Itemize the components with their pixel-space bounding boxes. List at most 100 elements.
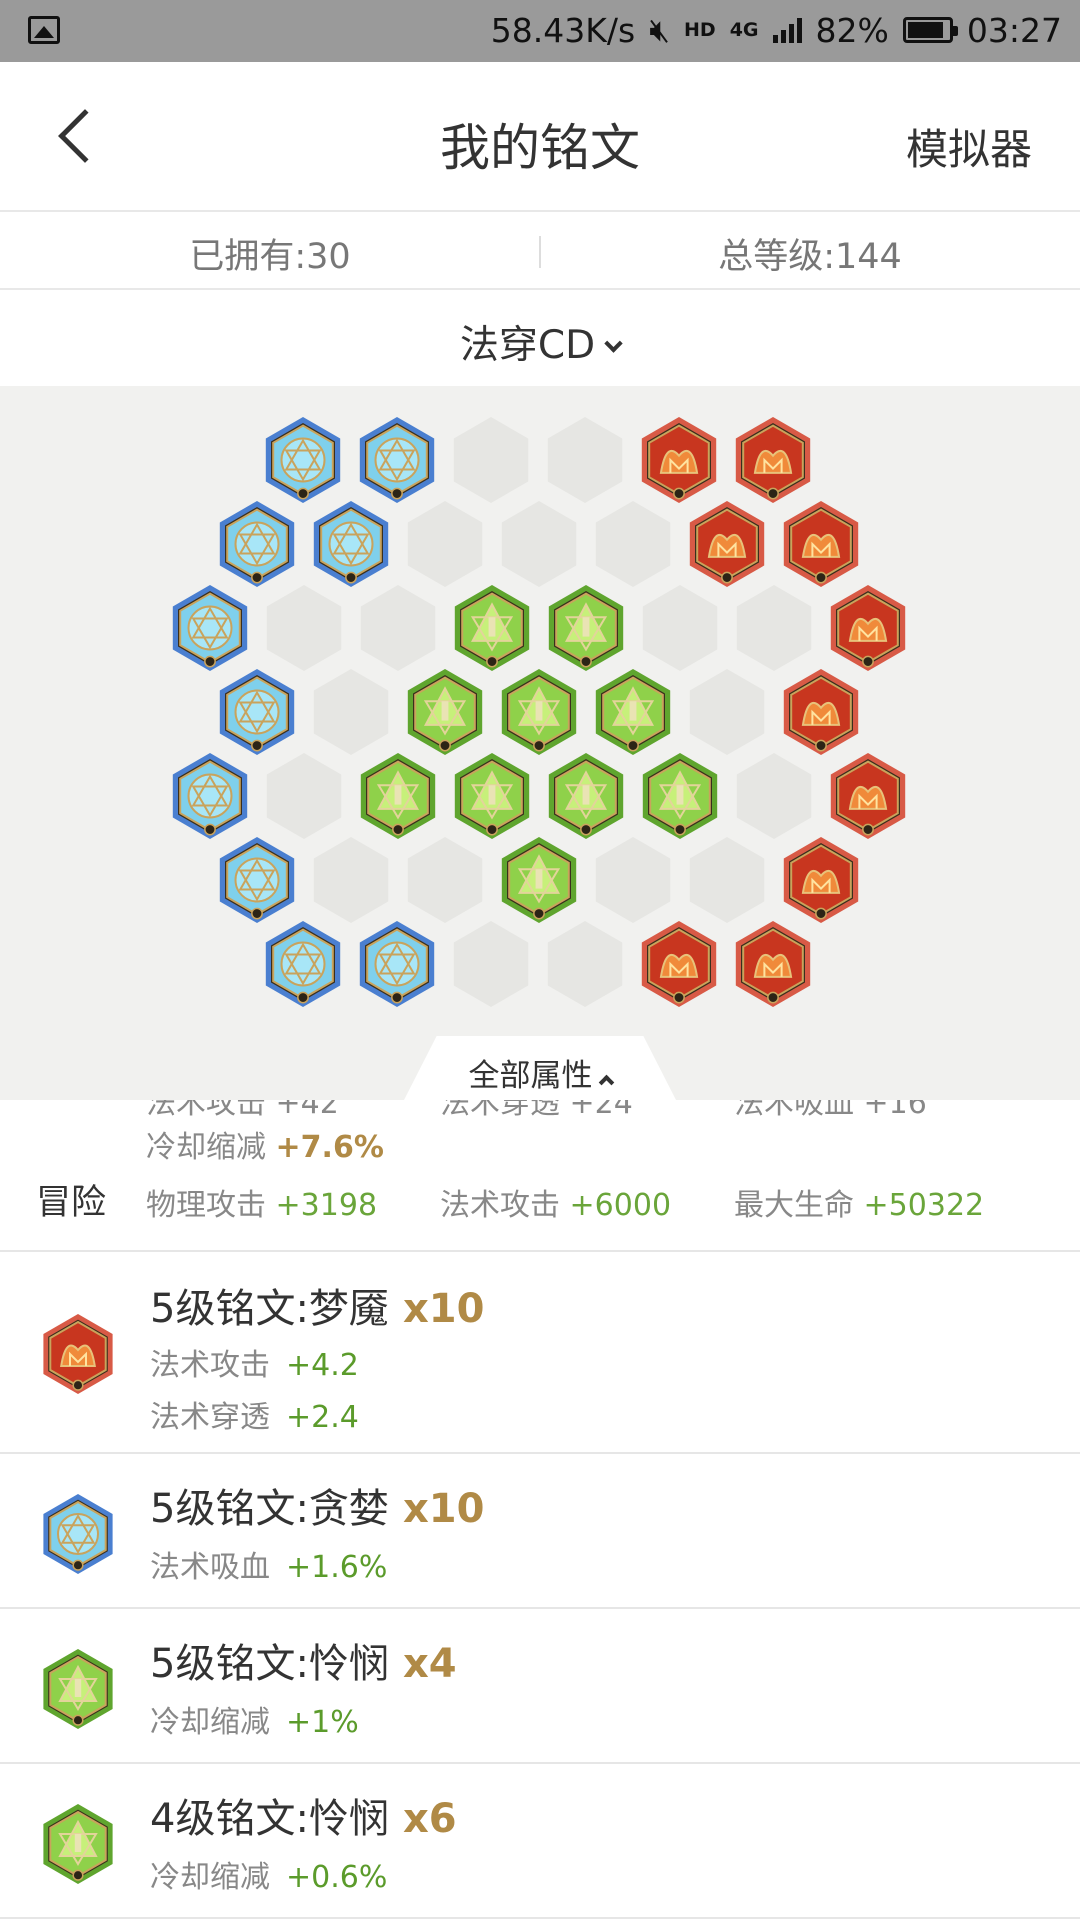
red-rune-slot[interactable] — [641, 921, 717, 1007]
red-rune-slot[interactable] — [689, 501, 765, 587]
owned-count: 已拥有:30 — [189, 237, 351, 277]
empty-rune-slot — [501, 501, 577, 587]
rune-count: x10 — [402, 1486, 485, 1532]
rune-count: x10 — [402, 1286, 485, 1332]
red-rune-slot[interactable] — [830, 585, 906, 671]
empty-rune-slot — [736, 585, 812, 671]
blue-rune-slot[interactable] — [313, 501, 389, 587]
empty-rune-slot — [313, 669, 389, 755]
simulator-button[interactable]: 模拟器 — [906, 116, 1032, 177]
rune-effect: 法术攻击 +4.2 — [150, 1340, 359, 1384]
rune-list: 5级铭文:梦魇 x10 法术攻击 +4.2 法术穿透 +2.4 5级铭文:贪婪 x10 … — [0, 1252, 1080, 1919]
red-rune-slot[interactable] — [735, 921, 811, 1007]
blue-rune-glyph[interactable] — [43, 1494, 113, 1574]
red-rune-slot[interactable] — [783, 501, 859, 587]
empty-rune-slot — [313, 837, 389, 923]
green-rune-glyph[interactable] — [43, 1649, 113, 1729]
green-rune-slot[interactable] — [501, 837, 577, 923]
rune-count: x6 — [402, 1796, 457, 1842]
green-rune-slot[interactable] — [454, 585, 530, 671]
blue-rune-slot[interactable] — [265, 417, 341, 503]
effect-value: +0.6% — [286, 1860, 388, 1895]
attributes-summary: 法术攻击 +42 法术穿透 +24 法术吸血 +16 冷却缩减 +7.6% 冒险… — [0, 1100, 1080, 1252]
battery-icon — [902, 17, 958, 43]
preset-selector[interactable]: 法穿CD — [0, 290, 1080, 386]
adventure-stat: 法术攻击 +6000 — [440, 1180, 671, 1224]
attr-cooldown-label: 冷却缩减 — [146, 1130, 266, 1165]
effect-value: +4.2 — [286, 1348, 359, 1383]
all-attributes-label: 全部属性 — [468, 1058, 593, 1094]
blue-rune-slot[interactable] — [219, 501, 295, 587]
red-rune-slot[interactable] — [641, 417, 717, 503]
adventure-stat-value: +6000 — [569, 1188, 672, 1223]
rune-name: 4级铭文:怜悯 x6 — [150, 1786, 457, 1844]
clock: 03:27 — [966, 10, 1062, 50]
effect-label: 法术攻击 — [150, 1348, 270, 1383]
rune-name: 5级铭文:怜悯 x4 — [150, 1631, 457, 1689]
list-item[interactable]: 5级铭文:梦魇 x10 法术攻击 +4.2 法术穿透 +2.4 — [0, 1252, 1080, 1454]
empty-rune-slot — [689, 669, 765, 755]
empty-rune-slot — [407, 837, 483, 923]
red-rune-slot[interactable] — [783, 669, 859, 755]
green-rune-icon — [43, 1804, 113, 1884]
attr-partial-3: 法术吸血 +16 — [734, 1100, 927, 1121]
app-header: 我的铭文 模拟器 — [0, 62, 1080, 212]
green-rune-slot[interactable] — [501, 669, 577, 755]
green-rune-slot[interactable] — [595, 669, 671, 755]
green-rune-slot[interactable] — [360, 753, 436, 839]
gallery-icon — [28, 16, 60, 44]
all-attributes-toggle[interactable]: 全部属性 — [404, 1036, 676, 1100]
blue-rune-icon — [43, 1494, 113, 1574]
blue-rune-slot[interactable] — [359, 417, 435, 503]
rune-stats: 已拥有:30 总等级:144 — [0, 212, 1080, 290]
blue-rune-slot[interactable] — [219, 837, 295, 923]
rune-effect: 法术穿透 +2.4 — [150, 1392, 359, 1436]
rune-board-canvas — [172, 417, 906, 1007]
effect-label: 法术穿透 — [150, 1400, 270, 1435]
blue-rune-slot[interactable] — [172, 585, 248, 671]
red-rune-slot[interactable] — [830, 753, 906, 839]
blue-rune-slot[interactable] — [359, 921, 435, 1007]
effect-value: +2.4 — [286, 1400, 359, 1435]
rune-effect: 冷却缩减 +1% — [150, 1697, 359, 1741]
red-rune-slot[interactable] — [783, 837, 859, 923]
empty-rune-slot — [360, 585, 436, 671]
empty-rune-slot — [642, 585, 718, 671]
green-rune-slot[interactable] — [548, 585, 624, 671]
blue-rune-slot[interactable] — [219, 669, 295, 755]
signal-icon — [772, 17, 802, 43]
rune-board: 全部属性 — [0, 386, 1080, 1100]
list-item[interactable]: 5级铭文:怜悯 x4 冷却缩减 +1% — [0, 1609, 1080, 1764]
adventure-stat-value: +3198 — [275, 1188, 378, 1223]
green-rune-slot[interactable] — [407, 669, 483, 755]
red-rune-glyph[interactable] — [43, 1314, 113, 1394]
red-rune-slot[interactable] — [735, 417, 811, 503]
total-level: 总等级:144 — [718, 237, 902, 277]
effect-label: 冷却缩减 — [150, 1705, 270, 1740]
effect-value: +1.6% — [286, 1550, 388, 1585]
rune-name: 5级铭文:梦魇 x10 — [150, 1276, 484, 1334]
empty-rune-slot — [547, 417, 623, 503]
empty-rune-slot — [547, 921, 623, 1007]
effect-label: 冷却缩减 — [150, 1860, 270, 1895]
green-rune-glyph[interactable] — [43, 1804, 113, 1884]
rune-title: 5级铭文:贪婪 — [150, 1486, 389, 1532]
green-rune-slot[interactable] — [548, 753, 624, 839]
blue-rune-slot[interactable] — [265, 921, 341, 1007]
rune-effect: 法术吸血 +1.6% — [150, 1542, 387, 1586]
rune-title: 5级铭文:梦魇 — [150, 1286, 389, 1332]
empty-rune-slot — [595, 837, 671, 923]
green-rune-slot[interactable] — [642, 753, 718, 839]
green-rune-slot[interactable] — [454, 753, 530, 839]
list-item[interactable]: 5级铭文:贪婪 x10 法术吸血 +1.6% — [0, 1454, 1080, 1609]
empty-rune-slot — [595, 501, 671, 587]
mute-icon: 🔇︎ — [649, 10, 671, 49]
adventure-stat: 最大生命 +50322 — [734, 1180, 984, 1224]
battery-percent: 82% — [815, 10, 889, 50]
attr-partial-1: 法术攻击 +42 — [146, 1100, 339, 1121]
list-item[interactable]: 4级铭文:怜悯 x6 冷却缩减 +0.6% — [0, 1764, 1080, 1919]
blue-rune-slot[interactable] — [172, 753, 248, 839]
adventure-stat: 物理攻击 +3198 — [146, 1180, 377, 1224]
empty-rune-slot — [407, 501, 483, 587]
adventure-stat-label: 最大生命 — [734, 1188, 854, 1223]
